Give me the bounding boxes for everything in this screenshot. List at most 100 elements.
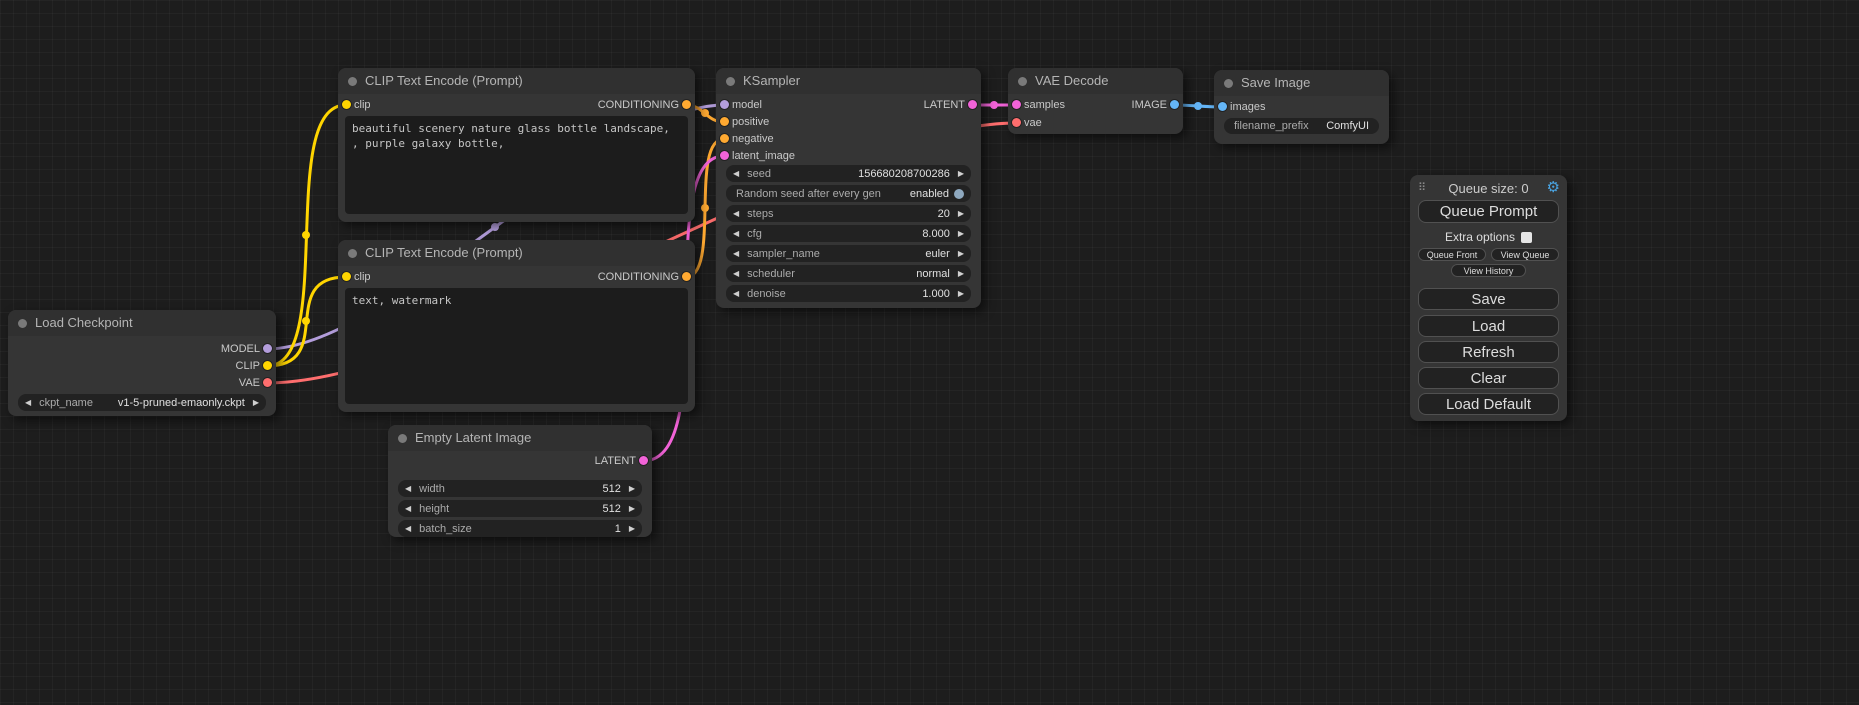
- arrow-left-icon[interactable]: ◀: [733, 285, 739, 302]
- arrow-right-icon[interactable]: ▶: [629, 480, 635, 497]
- collapse-dot-icon[interactable]: [18, 319, 27, 328]
- random-seed-toggle-widget[interactable]: Random seed after every gen enabled: [726, 185, 971, 202]
- link-dot-image: [1194, 102, 1202, 110]
- arrow-right-icon[interactable]: ▶: [958, 225, 964, 242]
- steps-widget[interactable]: ◀ steps 20 ▶: [726, 205, 971, 222]
- ckpt-name-widget[interactable]: ◀ ckpt_name v1-5-pruned-emaonly.ckpt ▶: [18, 394, 266, 411]
- output-slot-image[interactable]: [1170, 100, 1179, 109]
- input-label-vae: vae: [1024, 115, 1042, 132]
- output-slot-conditioning[interactable]: [682, 272, 691, 281]
- collapse-dot-icon[interactable]: [1018, 77, 1027, 86]
- collapse-dot-icon[interactable]: [726, 77, 735, 86]
- save-button[interactable]: Save: [1418, 288, 1559, 310]
- scheduler-widget[interactable]: ◀ scheduler normal ▶: [726, 265, 971, 282]
- node-canvas[interactable]: Load Checkpoint MODEL CLIP VAE ◀ ckpt_na…: [0, 0, 1859, 705]
- arrow-right-icon[interactable]: ▶: [958, 265, 964, 282]
- node-clip-text-encode-negative[interactable]: CLIP Text Encode (Prompt) clip CONDITION…: [338, 240, 695, 412]
- input-slot-samples[interactable]: [1012, 100, 1021, 109]
- height-widget[interactable]: ◀ height 512 ▶: [398, 500, 642, 517]
- collapse-dot-icon[interactable]: [348, 77, 357, 86]
- arrow-left-icon[interactable]: ◀: [733, 265, 739, 282]
- output-slot-model[interactable]: [263, 344, 272, 353]
- collapse-dot-icon[interactable]: [398, 434, 407, 443]
- queue-front-button[interactable]: Queue Front: [1418, 248, 1486, 261]
- arrow-right-icon[interactable]: ▶: [958, 205, 964, 222]
- widget-value: 512: [602, 503, 620, 515]
- arrow-right-icon[interactable]: ▶: [958, 285, 964, 302]
- prompt-textarea-negative[interactable]: text, watermark: [345, 288, 688, 404]
- node-title-bar[interactable]: CLIP Text Encode (Prompt): [338, 68, 695, 94]
- load-button[interactable]: Load: [1418, 315, 1559, 337]
- output-label-latent: LATENT: [924, 97, 965, 114]
- node-title-bar[interactable]: CLIP Text Encode (Prompt): [338, 240, 695, 266]
- node-save-image[interactable]: Save Image images filename_prefix ComfyU…: [1214, 70, 1389, 144]
- output-slot-vae[interactable]: [263, 378, 272, 387]
- input-slot-images[interactable]: [1218, 102, 1227, 111]
- input-slot-latent-image[interactable]: [720, 151, 729, 160]
- collapse-dot-icon[interactable]: [1224, 79, 1233, 88]
- denoise-widget[interactable]: ◀ denoise 1.000 ▶: [726, 285, 971, 302]
- toggle-dot-icon[interactable]: [954, 189, 964, 199]
- node-title-bar[interactable]: Load Checkpoint: [8, 310, 276, 336]
- seed-widget[interactable]: ◀ seed 156680208700286 ▶: [726, 165, 971, 182]
- queue-buttons-row: Queue Front View Queue: [1418, 248, 1559, 261]
- input-slot-clip[interactable]: [342, 272, 351, 281]
- prompt-textarea-positive[interactable]: beautiful scenery nature glass bottle la…: [345, 116, 688, 214]
- filename-prefix-widget[interactable]: filename_prefix ComfyUI: [1224, 118, 1379, 134]
- node-ksampler[interactable]: KSampler model positive negative latent_…: [716, 68, 981, 308]
- input-slot-vae[interactable]: [1012, 118, 1021, 127]
- input-slot-clip[interactable]: [342, 100, 351, 109]
- node-empty-latent-image[interactable]: Empty Latent Image LATENT ◀ width 512 ▶ …: [388, 425, 652, 537]
- output-label-vae: VAE: [239, 375, 260, 392]
- arrow-right-icon[interactable]: ▶: [958, 245, 964, 262]
- input-slot-model[interactable]: [720, 100, 729, 109]
- link-dot-clip-positive: [302, 231, 310, 239]
- view-history-button[interactable]: View History: [1451, 264, 1526, 277]
- arrow-left-icon[interactable]: ◀: [733, 165, 739, 182]
- output-slot-latent[interactable]: [968, 100, 977, 109]
- arrow-left-icon[interactable]: ◀: [733, 245, 739, 262]
- node-title-bar[interactable]: Empty Latent Image: [388, 425, 652, 451]
- arrow-right-icon[interactable]: ▶: [253, 394, 259, 411]
- arrow-left-icon[interactable]: ◀: [405, 500, 411, 517]
- sampler-name-widget[interactable]: ◀ sampler_name euler ▶: [726, 245, 971, 262]
- node-load-checkpoint[interactable]: Load Checkpoint MODEL CLIP VAE ◀ ckpt_na…: [8, 310, 276, 416]
- batch-size-widget[interactable]: ◀ batch_size 1 ▶: [398, 520, 642, 537]
- extra-options-checkbox[interactable]: [1521, 232, 1532, 243]
- collapse-dot-icon[interactable]: [348, 249, 357, 258]
- widget-label: ckpt_name: [39, 397, 93, 409]
- node-title-bar[interactable]: KSampler: [716, 68, 981, 94]
- arrow-left-icon[interactable]: ◀: [733, 205, 739, 222]
- widget-label: width: [419, 483, 445, 495]
- arrow-left-icon[interactable]: ◀: [405, 520, 411, 537]
- output-label-clip: CLIP: [236, 358, 260, 375]
- node-title-bar[interactable]: Save Image: [1214, 70, 1389, 96]
- gear-icon[interactable]: ⚙: [1547, 178, 1560, 196]
- output-slot-clip[interactable]: [263, 361, 272, 370]
- arrow-right-icon[interactable]: ▶: [629, 520, 635, 537]
- node-clip-text-encode-positive[interactable]: CLIP Text Encode (Prompt) clip CONDITION…: [338, 68, 695, 222]
- input-slot-positive[interactable]: [720, 117, 729, 126]
- arrow-left-icon[interactable]: ◀: [405, 480, 411, 497]
- width-widget[interactable]: ◀ width 512 ▶: [398, 480, 642, 497]
- clear-button[interactable]: Clear: [1418, 367, 1559, 389]
- cfg-widget[interactable]: ◀ cfg 8.000 ▶: [726, 225, 971, 242]
- arrow-left-icon[interactable]: ◀: [25, 394, 31, 411]
- arrow-right-icon[interactable]: ▶: [958, 165, 964, 182]
- input-slot-negative[interactable]: [720, 134, 729, 143]
- link-dot-model: [491, 223, 499, 231]
- view-queue-button[interactable]: View Queue: [1491, 248, 1559, 261]
- widget-value: 20: [938, 208, 950, 220]
- load-default-button[interactable]: Load Default: [1418, 393, 1559, 415]
- refresh-button[interactable]: Refresh: [1418, 341, 1559, 363]
- node-vae-decode[interactable]: VAE Decode samples vae IMAGE: [1008, 68, 1183, 134]
- node-title-bar[interactable]: VAE Decode: [1008, 68, 1183, 94]
- arrow-left-icon[interactable]: ◀: [733, 225, 739, 242]
- output-slot-latent[interactable]: [639, 456, 648, 465]
- input-label-images: images: [1230, 99, 1265, 116]
- output-slot-conditioning[interactable]: [682, 100, 691, 109]
- input-label-clip: clip: [354, 269, 371, 286]
- queue-prompt-button[interactable]: Queue Prompt: [1418, 200, 1559, 223]
- extra-options-label: Extra options: [1445, 230, 1515, 244]
- arrow-right-icon[interactable]: ▶: [629, 500, 635, 517]
